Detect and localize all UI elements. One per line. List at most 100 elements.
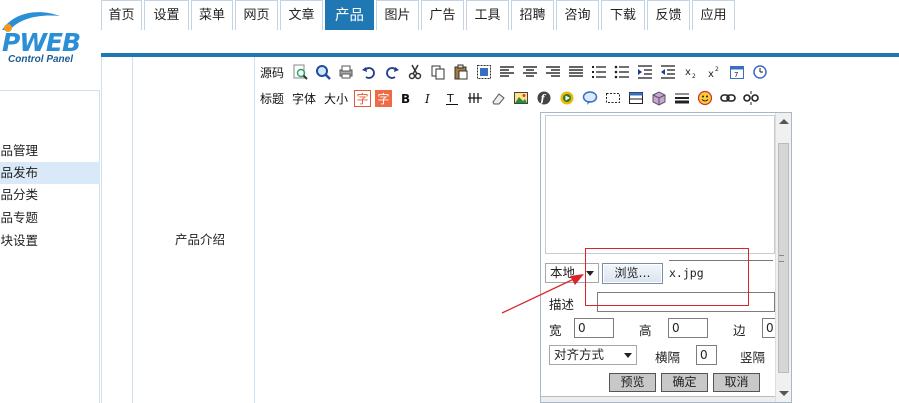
eraser-icon[interactable] (488, 88, 507, 108)
left-nav-item-product-category[interactable]: 产品分类 (0, 184, 100, 206)
date-icon[interactable]: 7 (727, 62, 746, 82)
ok-button[interactable]: 确定 (661, 373, 708, 392)
browse-button[interactable]: 浏览… (602, 263, 663, 284)
unordered-list-icon[interactable] (612, 62, 631, 82)
left-nav-label: 产品管理 (0, 143, 39, 158)
unlink-icon[interactable] (741, 88, 760, 108)
logo-subtitle: Control Panel (8, 54, 74, 65)
tab-feedback[interactable]: 反馈 (647, 0, 690, 30)
print-icon[interactable] (336, 62, 355, 82)
left-nav-label: 产品发布 (0, 165, 39, 180)
line-icon[interactable] (672, 88, 691, 108)
left-nav-item-product-topic[interactable]: 产品专题 (0, 207, 100, 229)
image-source-select[interactable]: 本地 (545, 263, 599, 283)
svg-text:2: 2 (715, 66, 719, 73)
justify-icon[interactable] (566, 62, 585, 82)
redo-icon[interactable] (382, 62, 401, 82)
cancel-button[interactable]: 取消 (713, 373, 760, 392)
left-nav-item-module-settings[interactable]: 模块设置 (0, 230, 100, 252)
left-nav-item-product-publish[interactable]: 产品发布 (0, 162, 100, 184)
table-icon[interactable] (626, 88, 645, 108)
italic-icon[interactable]: I (419, 88, 438, 108)
time-icon[interactable] (750, 62, 769, 82)
bold-icon[interactable]: B (396, 88, 415, 108)
hspace-label: 横隔 (655, 350, 681, 365)
scroll-down-icon[interactable] (779, 391, 789, 396)
width-input[interactable]: 0 (574, 318, 614, 338)
image-preview-area (545, 115, 775, 254)
tab-ads[interactable]: 广告 (421, 0, 464, 30)
logo: PWEB Control Panel (0, 0, 100, 90)
svg-text:T: T (446, 92, 454, 105)
emoticon-icon[interactable] (695, 88, 714, 108)
label-cell: 产品介绍 (133, 57, 255, 403)
preview-button[interactable]: 预览 (609, 373, 656, 392)
tab-article[interactable]: 文章 (280, 0, 323, 30)
vertical-scrollbar[interactable] (775, 113, 791, 402)
font-color-button[interactable]: 字 (354, 89, 372, 107)
svg-text:x: x (708, 69, 714, 80)
link-icon[interactable] (718, 88, 737, 108)
left-nav-label: 产品分类 (0, 187, 39, 202)
tab-tools[interactable]: 工具 (466, 0, 509, 30)
superscript-icon[interactable]: x2 (704, 62, 723, 82)
find-icon[interactable] (290, 62, 309, 82)
hr-icon[interactable] (603, 88, 622, 108)
font-family-button[interactable]: 字体 (290, 88, 318, 108)
undo-icon[interactable] (359, 62, 378, 82)
tab-menu[interactable]: 菜单 (191, 0, 233, 30)
subscript-icon[interactable]: x2 (681, 62, 700, 82)
hspace-input[interactable]: 0 (696, 345, 717, 365)
height-input[interactable]: 0 (668, 318, 708, 338)
heading-button[interactable]: 标题 (258, 88, 286, 108)
vspace-label: 竖隔 (740, 350, 766, 365)
outdent-icon[interactable] (658, 62, 677, 82)
tab-download[interactable]: 下载 (601, 0, 645, 30)
chevron-down-icon (586, 271, 594, 276)
font-size-button[interactable]: 大小 (322, 88, 350, 108)
svg-text:B: B (401, 92, 410, 106)
link-cloud-icon[interactable] (580, 88, 599, 108)
image-insert-dialog: 本地 浏览… x.jpg 描述 宽 0 高 0 边 0 对齐方式 横隔 0 竖隔… (540, 112, 792, 403)
flash-icon[interactable]: f (534, 88, 553, 108)
left-nav-item-product-manage[interactable]: 产品管理 (0, 140, 100, 162)
file-name-text: x.jpg (669, 266, 704, 280)
tab-home[interactable]: 首页 (101, 0, 142, 30)
tab-apps[interactable]: 应用 (692, 0, 735, 30)
align-right-icon[interactable] (543, 62, 562, 82)
select-all-icon[interactable] (474, 62, 493, 82)
paste-icon[interactable] (451, 62, 470, 82)
media-icon[interactable] (557, 88, 576, 108)
copy-icon[interactable] (428, 62, 447, 82)
tab-settings[interactable]: 设置 (144, 0, 189, 30)
tab-consult[interactable]: 咨询 (556, 0, 599, 30)
scroll-up-icon[interactable] (779, 119, 789, 124)
cut-icon[interactable] (405, 62, 424, 82)
svg-text:7: 7 (734, 71, 738, 79)
product-intro-label: 产品介绍 (175, 232, 226, 247)
ordered-list-icon[interactable] (589, 62, 608, 82)
left-nav: 产品管理 产品发布 产品分类 产品专题 模块设置 (0, 90, 100, 403)
svg-text:2: 2 (692, 73, 696, 80)
tab-product[interactable]: 产品 (325, 0, 374, 30)
bg-color-button[interactable]: 字 (375, 89, 393, 107)
image-icon[interactable] (511, 88, 530, 108)
tab-webpage[interactable]: 网页 (235, 0, 278, 30)
indent-icon[interactable] (635, 62, 654, 82)
svg-text:x: x (685, 67, 691, 78)
zoom-icon[interactable] (313, 62, 332, 82)
border-input[interactable]: 0 (762, 318, 776, 338)
box-icon[interactable] (649, 88, 668, 108)
tab-jobs[interactable]: 招聘 (511, 0, 554, 30)
underline-icon[interactable]: T (442, 88, 461, 108)
description-input[interactable] (597, 292, 775, 312)
source-button[interactable]: 源码 (258, 62, 286, 82)
align-center-icon[interactable] (520, 62, 539, 82)
align-select-value: 对齐方式 (554, 347, 605, 362)
horizontal-scrollbar[interactable] (541, 396, 775, 402)
align-left-icon[interactable] (497, 62, 516, 82)
tab-image[interactable]: 图片 (376, 0, 419, 30)
strikethrough-icon[interactable] (465, 88, 484, 108)
align-select[interactable]: 对齐方式 (549, 345, 637, 365)
editor-toolbar-row2: 标题 字体 大小 字 字 B I T f (258, 86, 764, 110)
